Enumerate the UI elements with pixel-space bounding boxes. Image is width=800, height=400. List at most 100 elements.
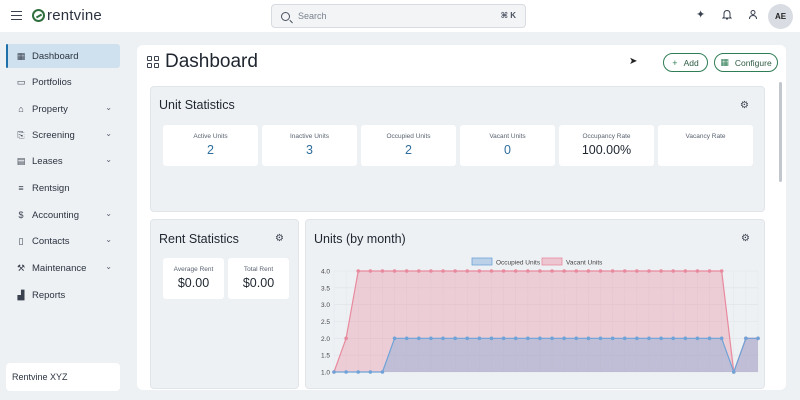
avatar[interactable]: AE: [768, 4, 793, 29]
data-point: [489, 269, 494, 273]
search-bar[interactable]: Search ⌘ K: [271, 4, 526, 28]
data-point: [744, 336, 748, 341]
stat-value: $0.00: [242, 276, 275, 290]
data-point: [659, 269, 663, 273]
units-by-month-panel: Units (by month) ⚙ 1.0 1.5 2.0 2.5 3.0 3.5 4.0…: [305, 219, 765, 389]
data-point: [380, 370, 385, 374]
stat-label: Inactive Units: [289, 133, 330, 140]
stat-card-inactive-units[interactable]: Inactive Units 3: [262, 125, 357, 166]
stat-label: Total Rent: [243, 266, 274, 273]
data-point: [501, 269, 506, 273]
gear-icon[interactable]: ⚙: [740, 100, 749, 111]
data-point: [647, 269, 651, 273]
data-point: [622, 269, 627, 273]
stat-value: 0: [504, 143, 511, 157]
data-point: [538, 336, 542, 341]
stat-label: Occupancy Rate: [582, 133, 631, 140]
contacts-icon: ▯: [18, 235, 24, 246]
stat-label: Vacant Units: [489, 133, 526, 140]
data-point: [671, 336, 675, 341]
data-point: [598, 269, 603, 273]
data-point: [417, 336, 421, 341]
chevron-down-icon: ⌄: [105, 155, 112, 164]
data-point: [453, 269, 457, 273]
stat-value: 100.00%: [581, 143, 632, 157]
data-point: [562, 269, 566, 273]
sidebar-item-maintenance[interactable]: ⚒ Maintenance ⌄: [6, 256, 120, 280]
legend-label: Vacant Units: [566, 260, 603, 267]
unit-statistics-title: Unit Statistics: [159, 98, 235, 112]
home-icon: ⌂: [18, 104, 24, 114]
series-area-occupied: [334, 338, 758, 372]
sidebar-item-screening[interactable]: ⎘ Screening ⌄: [6, 123, 120, 147]
add-button[interactable]: + Add: [663, 53, 708, 72]
configure-button[interactable]: ▦ Configure: [714, 53, 778, 72]
data-point: [380, 269, 385, 273]
data-point: [586, 269, 591, 273]
bell-icon[interactable]: [721, 9, 733, 23]
chevron-down-icon: ⌄: [105, 235, 112, 244]
data-point: [550, 336, 554, 341]
data-point: [659, 336, 663, 341]
data-point: [404, 336, 409, 341]
data-point: [695, 336, 700, 341]
legend-swatch: [471, 257, 493, 266]
sidebar-item-label: Maintenance: [32, 262, 87, 274]
legend-label: Occupied Units: [496, 260, 541, 267]
chevron-down-icon: ⌄: [105, 209, 112, 218]
sidebar-item-portfolios[interactable]: ▭ Portfolios: [6, 70, 120, 94]
stat-card-total-rent[interactable]: Total Rent $0.00: [228, 258, 289, 299]
unit-statistics-panel: Unit Statistics ⚙ Active Units 2 Inactiv…: [150, 86, 765, 212]
sidebar-item-accounting[interactable]: $ Accounting ⌄: [6, 203, 120, 227]
data-point: [683, 336, 688, 341]
dashboard-grid-icon: [147, 56, 159, 68]
app-logo[interactable]: rentvine: [32, 7, 102, 24]
document-search-icon: ⎘: [17, 129, 25, 140]
stat-label: Active Units: [193, 133, 228, 140]
data-point: [477, 336, 482, 341]
stat-label: Average Rent: [173, 266, 214, 273]
stat-value: 3: [306, 143, 313, 157]
sidebar-item-reports[interactable]: ▟ Reports: [6, 283, 120, 307]
stat-card-occupancy-rate[interactable]: Occupancy Rate 100.00%: [559, 125, 654, 166]
sidebar-item-property[interactable]: ⌂ Property ⌄: [6, 97, 120, 121]
data-point: [356, 370, 361, 374]
chevron-down-icon: ⌄: [105, 262, 112, 271]
gear-icon[interactable]: ⚙: [275, 233, 284, 244]
data-point: [368, 370, 373, 374]
data-point: [441, 336, 445, 341]
y-tick-label: 4.0: [321, 269, 330, 276]
organization-switcher[interactable]: Rentvine XYZ: [6, 363, 120, 391]
sidebar-item-contacts[interactable]: ▯ Contacts ⌄: [6, 229, 120, 253]
menu-icon[interactable]: [11, 11, 22, 21]
search-placeholder: Search: [298, 11, 327, 21]
data-point: [671, 269, 675, 273]
sidebar-item-label: Dashboard: [32, 50, 79, 62]
main-scrollbar[interactable]: [779, 82, 782, 182]
y-tick-label: 1.5: [321, 353, 330, 360]
units-by-month-chart: 1.0 1.5 2.0 2.5 3.0 3.5 4.0 Occupied Units Vacan…: [321, 257, 760, 377]
user-icon[interactable]: [748, 9, 758, 23]
signature-icon: ≡: [18, 183, 24, 193]
sidebar-item-label: Screening: [32, 129, 75, 141]
y-tick-label: 3.5: [321, 285, 330, 292]
data-point: [598, 336, 603, 341]
sidebar-item-dashboard[interactable]: ▦ Dashboard: [6, 44, 120, 68]
app-name: rentvine: [47, 7, 102, 24]
stat-card-vacant-units[interactable]: Vacant Units 0: [460, 125, 555, 166]
data-point: [501, 336, 506, 341]
data-point: [731, 370, 736, 374]
sidebar-item-leases[interactable]: ▤ Leases ⌄: [6, 149, 120, 173]
plus-icon: +: [672, 57, 678, 68]
stat-card-vacancy-rate[interactable]: Vacancy Rate: [658, 125, 753, 166]
stat-card-average-rent[interactable]: Average Rent $0.00: [163, 258, 224, 299]
sparkle-icon[interactable]: ✦: [696, 9, 705, 21]
stat-card-active-units[interactable]: Active Units 2: [163, 125, 258, 166]
stat-card-occupied-units[interactable]: Occupied Units 2: [361, 125, 456, 166]
data-point: [344, 336, 348, 341]
stat-value: $0.00: [177, 276, 210, 290]
data-point: [404, 269, 409, 273]
sidebar-item-rentsign[interactable]: ≡ Rentsign: [6, 176, 120, 200]
folder-icon: ▭: [16, 76, 26, 87]
top-bar: rentvine Search ⌘ K ✦ AE: [0, 0, 800, 32]
